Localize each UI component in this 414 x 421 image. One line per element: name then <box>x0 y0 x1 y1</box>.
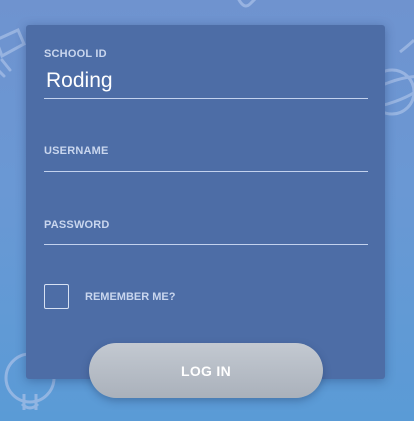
school-id-label: SCHOOL ID <box>44 48 107 60</box>
password-input[interactable] <box>44 217 372 245</box>
login-button[interactable]: LOG IN <box>89 343 323 398</box>
username-input[interactable] <box>44 143 372 171</box>
pencil-doodle-icon <box>0 28 26 78</box>
school-id-underline <box>44 98 368 99</box>
password-underline <box>44 244 368 245</box>
remember-me-checkbox[interactable] <box>44 284 69 309</box>
lightbulb-top-icon <box>237 0 257 8</box>
login-card: SCHOOL ID Roding USERNAME PASSWORD REMEM… <box>26 25 385 379</box>
remember-me-label: REMEMBER ME? <box>85 291 176 303</box>
school-id-value[interactable]: Roding <box>46 69 113 93</box>
username-underline <box>44 171 368 172</box>
